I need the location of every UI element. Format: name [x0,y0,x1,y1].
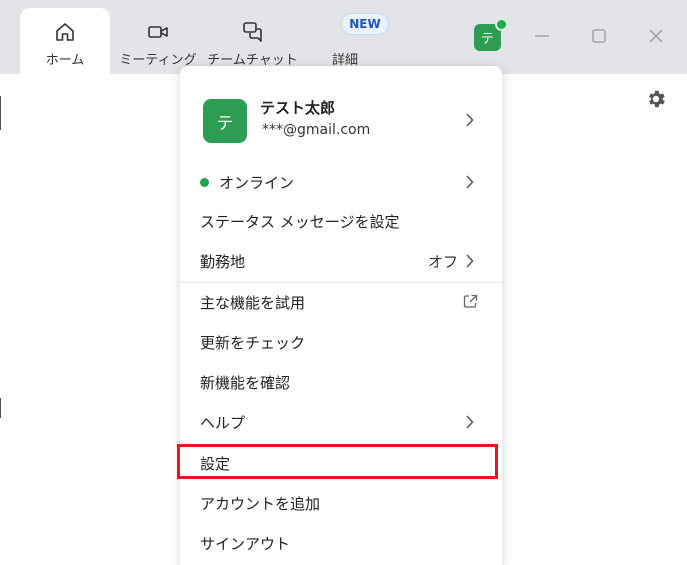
tab-home[interactable]: ホーム [20,8,110,74]
whats-new-item[interactable]: 新機能を確認 [180,362,502,402]
gear-icon[interactable] [645,88,667,110]
whats-new-label: 新機能を確認 [200,373,291,392]
tab-team-chat[interactable]: チームチャット [205,8,300,74]
account-menu: テ テスト太郎 ***@gmail.com オンライン ステータス メッセージを… [180,66,502,565]
chat-bubbles-icon [242,22,262,42]
check-updates-item[interactable]: 更新をチェック [180,322,502,362]
status-item[interactable]: オンライン [180,162,502,202]
close-icon[interactable] [648,28,664,44]
help-label: ヘルプ [200,413,246,432]
set-status-message-label: ステータス メッセージを設定 [200,212,400,231]
tab-meetings[interactable]: ミーティング [113,8,203,74]
new-badge: NEW [341,13,389,35]
profile-name: テスト太郎 [260,99,336,117]
window-edge [0,96,1,130]
add-account-label: アカウントを追加 [200,494,321,513]
status-label: オンライン [219,173,295,192]
sign-out-item[interactable]: サインアウト [180,523,502,563]
chevron-right-icon [466,415,474,429]
video-camera-icon [148,26,168,38]
try-features-label: 主な機能を試用 [200,293,306,312]
work-location-value: オフ [427,252,458,271]
settings-highlight-box [177,444,498,479]
chevron-right-icon [466,254,474,268]
work-location-label: 勤務地 [200,252,246,271]
work-location-item[interactable]: 勤務地 オフ [180,241,502,281]
home-icon [56,23,74,41]
window-edge [0,398,1,418]
maximize-icon[interactable] [591,28,607,44]
chevron-right-icon [466,113,474,127]
profile-avatar: テ [203,99,247,143]
online-status-dot [200,177,209,187]
chevron-right-icon [466,175,474,189]
set-status-message-item[interactable]: ステータス メッセージを設定 [180,201,502,241]
external-link-icon [463,294,478,308]
try-features-item[interactable]: 主な機能を試用 [180,282,502,322]
profile-email: ***@gmail.com [262,122,371,138]
minimize-icon[interactable] [534,28,550,44]
profile-card[interactable]: テ テスト太郎 ***@gmail.com [180,66,502,170]
help-item[interactable]: ヘルプ [180,402,502,442]
check-updates-label: 更新をチェック [200,333,306,352]
presence-indicator [495,18,508,31]
sign-out-label: サインアウト [200,534,291,553]
tab-home-label: ホーム [45,53,85,68]
top-navigation-bar: ホーム ミーティング チームチャット 詳細 NEW テ [0,0,687,74]
add-account-item[interactable]: アカウントを追加 [180,483,502,523]
